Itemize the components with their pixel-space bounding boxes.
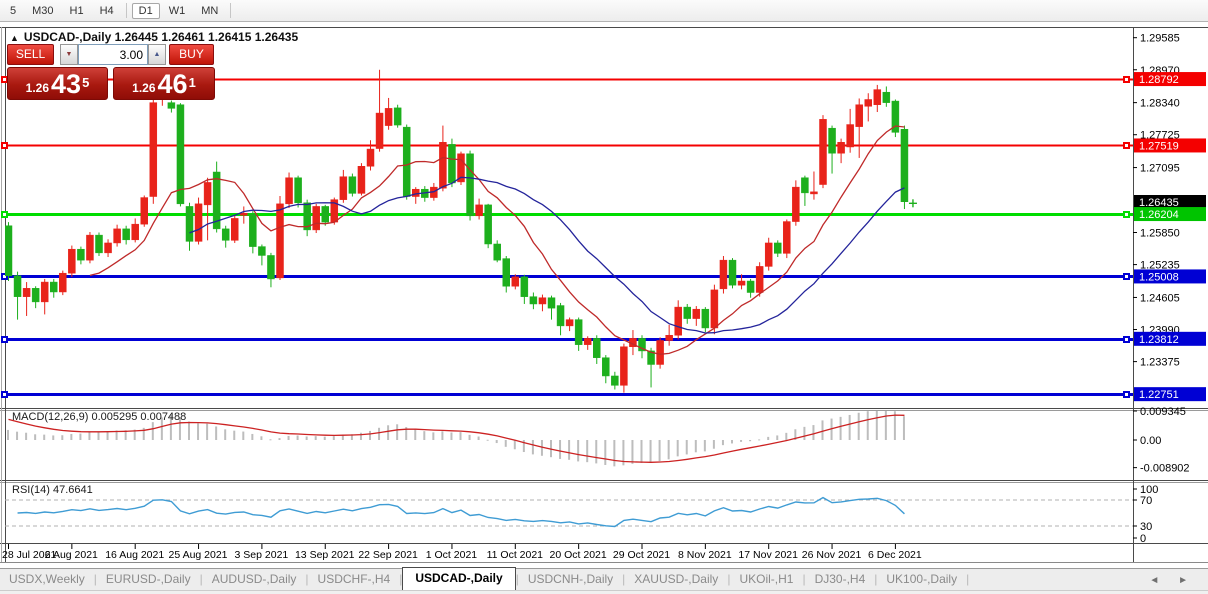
hline-1.25008[interactable] — [1, 273, 1133, 280]
hline-1.22751[interactable] — [1, 391, 1133, 398]
svg-text:0.00: 0.00 — [1140, 435, 1161, 447]
hline-1.27519[interactable] — [1, 142, 1133, 149]
mt4-window: 1.29585 1.28970 1.28340 1.27725 1.27095 1.258… — [0, 0, 1208, 594]
rsi-pane — [5, 496, 1133, 528]
svg-text:20 Oct 2021: 20 Oct 2021 — [550, 549, 607, 561]
svg-text:13 Sep 2021: 13 Sep 2021 — [295, 549, 355, 561]
volume-increase-icon[interactable]: ▲ — [148, 44, 166, 65]
macd-indicator-label: MACD(12,26,9) 0.005295 0.007488 — [12, 411, 187, 423]
svg-text:1.27095: 1.27095 — [1140, 163, 1180, 175]
svg-text:1.23812: 1.23812 — [1139, 334, 1179, 346]
buy-price-box[interactable]: 1.26 46 1 — [113, 67, 215, 100]
price-badge-1.22751[interactable]: 1.22751 — [1134, 387, 1206, 402]
horizontal-lines[interactable] — [1, 76, 1133, 398]
price-badge-1.26204[interactable]: 1.26204 — [1134, 207, 1206, 222]
toolbar-separator — [125, 3, 127, 18]
price-badge-1.25008[interactable]: 1.25008 — [1134, 269, 1206, 284]
svg-text:25 Aug 2021: 25 Aug 2021 — [169, 549, 228, 561]
buy-price-big: 46 — [157, 69, 188, 99]
hline-1.23812[interactable] — [1, 336, 1133, 343]
hline-1.26204[interactable] — [1, 211, 1133, 218]
sell-price-box[interactable]: 1.26 43 5 — [7, 67, 108, 100]
timeframe-h1[interactable]: H1 — [63, 3, 91, 19]
tab-ukoil-h1[interactable]: UKOil-,H1 — [730, 569, 802, 590]
price-badge-1.27519[interactable]: 1.27519 — [1134, 138, 1206, 153]
timeframe-d1[interactable]: D1 — [131, 2, 160, 19]
svg-text:8 Nov 2021: 8 Nov 2021 — [678, 549, 732, 561]
volume-decrease-icon[interactable]: ▼ — [60, 44, 78, 65]
svg-text:0: 0 — [1140, 533, 1146, 545]
svg-text:1.28792: 1.28792 — [1139, 74, 1179, 86]
volume-input[interactable] — [78, 44, 148, 65]
timeframe-5[interactable]: 5 — [3, 3, 23, 19]
svg-text:6 Aug 2021: 6 Aug 2021 — [45, 549, 98, 561]
tab-usdchf-h4[interactable]: USDCHF-,H4 — [309, 569, 400, 590]
collapse-triangle-icon[interactable]: ▲ — [10, 33, 19, 43]
ma-fast-line — [89, 125, 905, 355]
rsi-indicator-label: RSI(14) 47.6641 — [12, 484, 93, 496]
svg-text:1.27519: 1.27519 — [1139, 140, 1179, 152]
svg-text:1.25008: 1.25008 — [1139, 271, 1179, 283]
timeframe-toolbar: 5 M30 H1 H4 D1 W1 MN — [0, 0, 1208, 22]
tab-dj30-h4[interactable]: DJ30-,H4 — [806, 569, 875, 590]
svg-text:-0.008902: -0.008902 — [1140, 463, 1190, 475]
tab-separator: | — [966, 572, 970, 586]
tab-uk100-daily[interactable]: UK100-,Daily — [877, 569, 966, 590]
price-axis[interactable]: 1.295851.289701.283401.277251.270951.258… — [1133, 33, 1206, 545]
price-badge-1.26435[interactable]: 1.26435 — [1134, 195, 1206, 209]
price-badge-1.23812[interactable]: 1.23812 — [1134, 331, 1206, 346]
tab-scroll-arrows[interactable]: ◄ ► — [1149, 575, 1208, 590]
tab-audusd-daily[interactable]: AUDUSD-,Daily — [203, 569, 306, 590]
svg-text:1.24605: 1.24605 — [1140, 292, 1180, 304]
price-badge-1.28792[interactable]: 1.28792 — [1134, 72, 1206, 87]
svg-text:1.25850: 1.25850 — [1140, 228, 1180, 240]
svg-text:70: 70 — [1140, 495, 1152, 507]
svg-text:29 Oct 2021: 29 Oct 2021 — [613, 549, 670, 561]
status-bar — [0, 590, 1208, 594]
svg-text:11 Oct 2021: 11 Oct 2021 — [487, 549, 544, 561]
rsi-line — [17, 496, 905, 528]
svg-text:1.22751: 1.22751 — [1139, 389, 1179, 401]
svg-text:3 Sep 2021: 3 Sep 2021 — [235, 549, 289, 561]
buy-price-pip: 1 — [188, 75, 196, 90]
toolbar-separator — [230, 3, 232, 18]
candles — [5, 69, 909, 393]
svg-text:1.23375: 1.23375 — [1140, 357, 1180, 369]
chart-title: ▲ USDCAD-,Daily 1.26445 1.26461 1.26415 1… — [10, 30, 298, 44]
timeframe-h4[interactable]: H4 — [93, 3, 121, 19]
one-click-trade-panel: SELL ▼ ▲ BUY 1.26 43 5 1.26 46 1 — [7, 44, 217, 100]
svg-text:26 Nov 2021: 26 Nov 2021 — [802, 549, 862, 561]
symbol-tabbar: USDX,Weekly | EURUSD-,Daily | AUDUSD-,Daily |… — [0, 567, 1208, 590]
tab-eurusd-daily[interactable]: EURUSD-,Daily — [97, 569, 200, 590]
svg-text:1.29585: 1.29585 — [1140, 33, 1180, 45]
date-axis: 28 Jul 20216 Aug 2021 16 Aug 2021 25 Aug 2… — [2, 544, 922, 561]
timeframe-m30[interactable]: M30 — [25, 3, 60, 19]
svg-text:1 Oct 2021: 1 Oct 2021 — [426, 549, 478, 561]
svg-text:1.26204: 1.26204 — [1139, 209, 1179, 221]
tab-usdcad-daily[interactable]: USDCAD-,Daily — [402, 567, 516, 590]
svg-text:6 Dec 2021: 6 Dec 2021 — [868, 549, 922, 561]
buy-price-prefix: 1.26 — [132, 81, 156, 95]
timeframe-w1[interactable]: W1 — [162, 3, 193, 19]
sell-button[interactable]: SELL — [7, 44, 54, 65]
svg-text:30: 30 — [1140, 521, 1152, 533]
svg-text:22 Sep 2021: 22 Sep 2021 — [358, 549, 418, 561]
sell-price-big: 43 — [51, 69, 82, 99]
timeframe-mn[interactable]: MN — [194, 3, 225, 19]
svg-text:1.28340: 1.28340 — [1140, 98, 1180, 110]
tab-usdx-weekly[interactable]: USDX,Weekly — [0, 569, 94, 590]
sell-price-prefix: 1.26 — [25, 81, 50, 95]
sell-price-pip: 5 — [82, 75, 90, 90]
svg-text:16 Aug 2021: 16 Aug 2021 — [105, 549, 164, 561]
tab-usdcnh-daily[interactable]: USDCNH-,Daily — [519, 569, 622, 590]
svg-text:17 Nov 2021: 17 Nov 2021 — [738, 549, 798, 561]
ask-marker-icon — [908, 199, 917, 208]
symbol-ohlc-text: USDCAD-,Daily 1.26445 1.26461 1.26415 1.… — [23, 30, 299, 44]
buy-button[interactable]: BUY — [169, 44, 214, 65]
tab-xauusd-daily[interactable]: XAUUSD-,Daily — [625, 569, 727, 590]
svg-text:0.009345: 0.009345 — [1140, 406, 1186, 418]
